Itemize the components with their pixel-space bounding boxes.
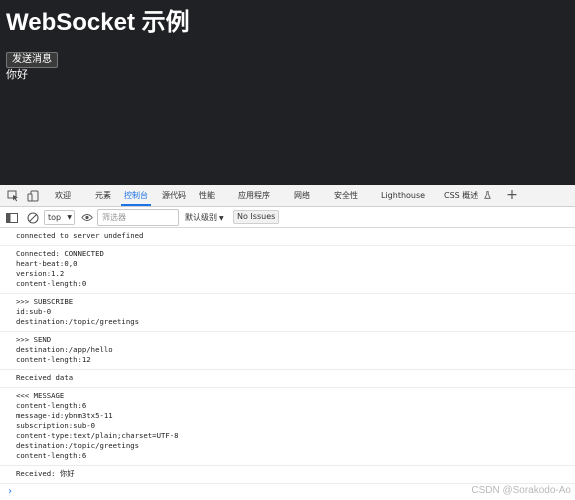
console-log-line: >>> SEND — [16, 335, 52, 344]
console-log-line: content-length:0 — [16, 279, 87, 288]
console-log-line: Received data — [16, 373, 74, 382]
console-log-line: destination:/app/hello — [16, 345, 113, 354]
tab-application[interactable]: 应用程序 — [238, 185, 270, 206]
tab-security[interactable]: 安全性 — [334, 185, 358, 206]
console-output: connected to server undefined Connected: … — [0, 228, 575, 484]
live-expression-eye-icon[interactable] — [79, 209, 95, 226]
log-level-selector[interactable]: 默认级别 ▼ — [185, 210, 224, 225]
console-log-line: Connected: CONNECTED — [16, 249, 104, 258]
console-log-entry: Connected: CONNECTED heart-beat:0,0 versio… — [0, 246, 575, 294]
tab-welcome[interactable]: 欢迎 — [55, 185, 71, 206]
console-filter-input[interactable] — [97, 209, 179, 226]
console-log-line: content-length:6 — [16, 451, 87, 460]
console-log-entry: Received data — [0, 370, 575, 388]
page-title: WebSocket 示例 — [6, 9, 190, 36]
console-log-line: id:sub-0 — [16, 307, 52, 316]
console-log-line: >>> SUBSCRIBE — [16, 297, 74, 306]
console-log-line: Received: 你好 — [16, 469, 75, 478]
more-tabs-plus-icon[interactable]: + — [505, 185, 519, 206]
device-toggle-icon[interactable] — [24, 185, 42, 206]
tab-performance[interactable]: 性能 — [199, 185, 215, 206]
console-log-entry: >>> SEND destination:/app/hello content-le… — [0, 332, 575, 370]
page-viewport: WebSocket 示例 发送消息 你好 — [0, 0, 575, 185]
console-log-line: content-type:text/plain;charset=UTF-8 — [16, 431, 179, 440]
console-log-line: <<< MESSAGE — [16, 391, 65, 400]
chevron-down-icon: ▼ — [219, 215, 224, 222]
console-toolbar: top▼ 默认级别▼ No Issues — [0, 207, 575, 228]
console-prompt[interactable]: › CSDN @Sorakodo-Ao — [0, 484, 575, 500]
console-log-line: destination:/topic/greetings — [16, 441, 140, 450]
send-message-button[interactable]: 发送消息 — [6, 52, 58, 68]
console-log-entry: Received: 你好 — [0, 466, 575, 484]
console-log-line: content-length:6 — [16, 401, 87, 410]
tab-console[interactable]: 控制台 — [121, 185, 151, 206]
tab-elements[interactable]: 元素 — [95, 185, 111, 206]
console-log-line: heart-beat:0,0 — [16, 259, 78, 268]
tab-sources[interactable]: 源代码 — [162, 185, 186, 206]
watermark: CSDN @Sorakodo-Ao — [471, 485, 571, 496]
context-selector-value: top — [48, 213, 62, 222]
console-log-entry: <<< MESSAGE content-length:6 message-id:yb… — [0, 388, 575, 466]
console-log-line: subscription:sub-0 — [16, 421, 96, 430]
issues-button[interactable]: No Issues — [233, 210, 280, 224]
console-log-line: version:1.2 — [16, 269, 65, 278]
tab-css-overview-label: CSS 概述 — [444, 191, 479, 200]
console-log-line: destination:/topic/greetings — [16, 317, 140, 326]
console-log-line: content-length:12 — [16, 355, 91, 364]
tab-css-overview[interactable]: CSS 概述 — [444, 185, 491, 206]
context-selector[interactable]: top ▼ — [44, 210, 75, 225]
console-log-entry: >>> SUBSCRIBE id:sub-0 destination:/topic/… — [0, 294, 575, 332]
prompt-chevron-icon: › — [7, 486, 14, 497]
log-level-value: 默认级别 — [185, 213, 217, 222]
chevron-down-icon: ▼ — [67, 214, 72, 221]
inspect-icon[interactable] — [4, 185, 22, 206]
sidebar-toggle-icon[interactable] — [4, 209, 20, 226]
console-log-entry: connected to server undefined — [0, 228, 575, 246]
received-message-text: 你好 — [6, 68, 28, 81]
clear-console-icon[interactable] — [25, 209, 41, 226]
console-log-line: message-id:ybnm3tx5-11 — [16, 411, 113, 420]
experiment-flask-icon — [484, 191, 491, 199]
tab-network[interactable]: 网络 — [294, 185, 310, 206]
devtools-tab-bar: 欢迎 元素 控制台 源代码 性能 应用程序 网络 安全性 Lighthouse … — [0, 185, 575, 207]
console-log-line: connected to server undefined — [16, 231, 144, 240]
tab-lighthouse[interactable]: Lighthouse — [381, 185, 425, 206]
